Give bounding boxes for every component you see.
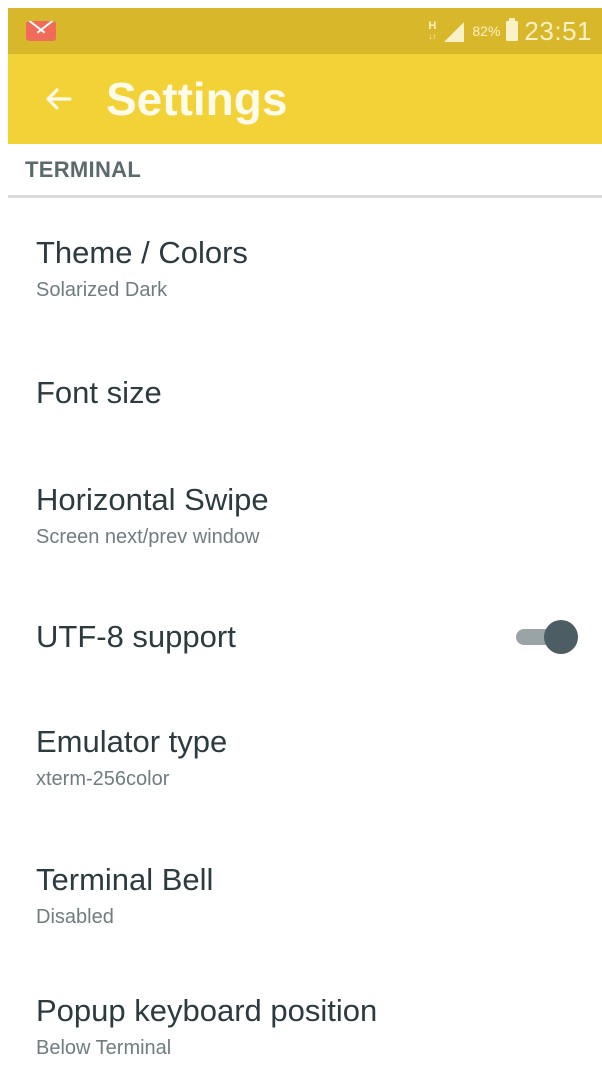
arrow-back-icon[interactable] xyxy=(34,75,82,123)
pref-summary: Disabled xyxy=(36,906,114,928)
gmail-icon xyxy=(26,21,56,41)
pref-title: Font size xyxy=(36,375,162,410)
clock: 23:51 xyxy=(524,15,592,46)
section-title: TERMINAL xyxy=(25,156,142,182)
toggle-thumb xyxy=(544,620,578,654)
pref-summary: Solarized Dark xyxy=(36,279,168,301)
pref-utf8-support[interactable]: UTF-8 support xyxy=(0,586,602,688)
pref-title: Terminal Bell xyxy=(36,862,214,897)
pref-horizontal-swipe[interactable]: Horizontal Swipe Screen next/prev window xyxy=(0,446,602,586)
pref-terminal-bell[interactable]: Terminal Bell Disabled xyxy=(0,828,602,964)
pref-title: Popup keyboard position xyxy=(36,993,378,1028)
pref-font-size[interactable]: Font size xyxy=(0,340,602,446)
pref-title: Horizontal Swipe xyxy=(36,482,269,517)
app-bar: Settings xyxy=(8,54,602,144)
pref-title: Theme / Colors xyxy=(36,235,248,270)
status-bar: H ↓↑ 82% 23:51 xyxy=(8,8,602,54)
status-indicators: H ↓↑ 82% 23:51 xyxy=(428,16,592,47)
pref-theme-colors[interactable]: Theme / Colors Solarized Dark xyxy=(0,198,602,340)
preferences-list: Theme / Colors Solarized Dark Font size … xyxy=(0,198,602,1090)
battery-percent: 82% xyxy=(472,23,501,39)
network-type-icon: H ↓↑ xyxy=(428,19,437,41)
pref-title: Emulator type xyxy=(36,724,228,759)
page-title: Settings xyxy=(106,73,288,125)
pref-summary: Below Terminal xyxy=(36,1037,172,1059)
utf8-toggle[interactable] xyxy=(514,620,580,654)
pref-summary: Screen next/prev window xyxy=(36,526,260,548)
pref-emulator-type[interactable]: Emulator type xterm-256color xyxy=(0,688,602,828)
signal-icon xyxy=(444,22,465,42)
pref-popup-keyboard-position[interactable]: Popup keyboard position Below Terminal xyxy=(0,964,602,1090)
section-header: TERMINAL xyxy=(8,144,602,198)
pref-summary: xterm-256color xyxy=(36,768,170,790)
battery-icon xyxy=(506,18,519,41)
